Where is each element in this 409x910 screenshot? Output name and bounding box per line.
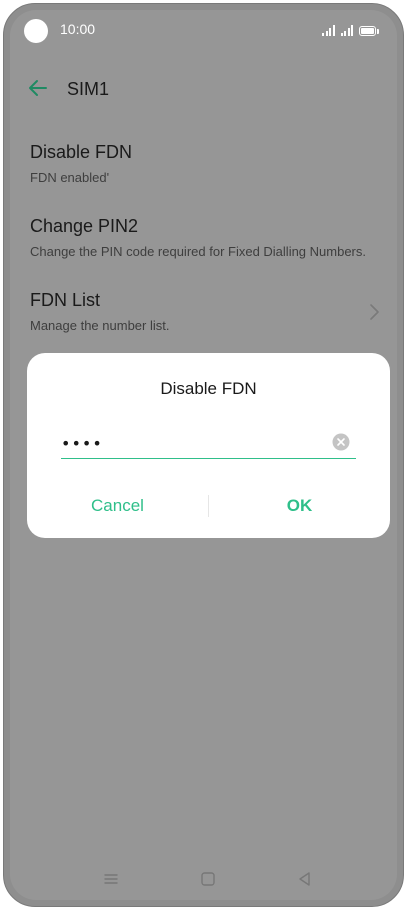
dialog-title: Disable FDN bbox=[160, 379, 257, 398]
cancel-button[interactable]: Cancel bbox=[27, 491, 208, 521]
pin2-input[interactable] bbox=[61, 429, 311, 457]
list-item-subtitle: Manage the number list. bbox=[30, 318, 170, 333]
pin2-input-container bbox=[61, 429, 356, 459]
back-triangle-icon[interactable] bbox=[294, 868, 316, 890]
clear-icon[interactable] bbox=[332, 433, 350, 451]
chevron-right-icon bbox=[370, 304, 379, 320]
screen: 10:00 SIM1 Disable FDN FDN enabled' Chan… bbox=[10, 10, 397, 900]
status-icons bbox=[322, 22, 379, 36]
list-item-fdn-list[interactable]: FDN List Manage the number list. bbox=[10, 276, 397, 350]
list-item-subtitle: Change the PIN code required for Fixed D… bbox=[30, 244, 367, 259]
page-title: SIM1 bbox=[67, 79, 110, 99]
phone-body: 10:00 SIM1 Disable FDN FDN enabled' Chan… bbox=[3, 3, 404, 907]
device-frame: 10:00 SIM1 Disable FDN FDN enabled' Chan… bbox=[0, 0, 409, 910]
list-item-title: Disable FDN bbox=[30, 142, 133, 162]
dialog-button-row: Cancel OK bbox=[27, 491, 390, 521]
signal-icon-sim1 bbox=[322, 25, 335, 36]
list-item-disable-fdn[interactable]: Disable FDN FDN enabled' bbox=[10, 128, 397, 202]
disable-fdn-dialog: Disable FDN Cancel OK bbox=[27, 353, 390, 538]
camera-cutout bbox=[24, 19, 48, 43]
list-item-title: Change PIN2 bbox=[30, 216, 139, 236]
list-item-change-pin2[interactable]: Change PIN2 Change the PIN code required… bbox=[10, 202, 397, 276]
battery-tip bbox=[377, 29, 379, 34]
status-bar: 10:00 bbox=[10, 10, 397, 48]
status-time: 10:00 bbox=[60, 21, 96, 37]
home-icon[interactable] bbox=[197, 868, 219, 890]
toolbar: SIM1 bbox=[10, 68, 397, 108]
signal-icon-sim2 bbox=[340, 25, 353, 36]
list-item-subtitle: FDN enabled' bbox=[30, 170, 110, 185]
ok-button[interactable]: OK bbox=[209, 491, 390, 521]
settings-list: Disable FDN FDN enabled' Change PIN2 Cha… bbox=[10, 128, 397, 350]
navigation-bar bbox=[10, 864, 397, 894]
menu-icon[interactable] bbox=[100, 868, 122, 890]
list-item-title: FDN List bbox=[30, 290, 101, 310]
battery-icon bbox=[359, 26, 376, 36]
arrow-left-icon[interactable] bbox=[24, 74, 52, 102]
